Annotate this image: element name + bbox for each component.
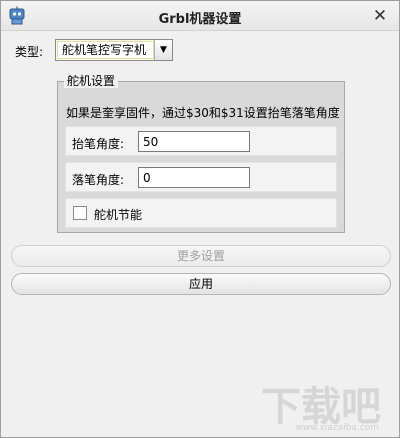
group-title: 舵机设置 xyxy=(64,75,119,88)
more-settings-button[interactable]: 更多设置 xyxy=(11,245,391,267)
drop-angle-input[interactable] xyxy=(138,167,250,188)
chevron-down-icon[interactable]: ▼ xyxy=(154,40,172,60)
window-title: Grbl机器设置 xyxy=(158,12,242,27)
type-dropdown[interactable]: 舵机笔控写字机 ▼ xyxy=(55,39,173,61)
close-icon: ✕ xyxy=(372,6,388,26)
apply-button[interactable]: 应用 xyxy=(11,273,391,295)
close-button[interactable]: ✕ xyxy=(369,5,391,27)
energy-saving-row[interactable]: 舵机节能 xyxy=(65,198,337,228)
drop-angle-label: 落笔角度: xyxy=(72,173,125,187)
type-dropdown-value: 舵机笔控写字机 xyxy=(57,41,154,59)
lift-angle-row: 抬笔角度: xyxy=(65,126,337,156)
firmware-note: 如果是奎享固件，通过$30和$31设置抬笔落笔角度 xyxy=(66,106,340,120)
dialog-window: Grbl机器设置 ✕ 类型: 舵机笔控写字机 ▼ 舵机设置 如果是奎享固件，通过… xyxy=(0,0,400,438)
watermark-logo: 下载吧 xyxy=(261,384,381,430)
title-bar: Grbl机器设置 ✕ xyxy=(1,1,399,31)
energy-saving-checkbox[interactable] xyxy=(73,206,87,220)
lift-angle-label: 抬笔角度: xyxy=(72,137,125,151)
type-label: 类型: xyxy=(15,45,44,59)
watermark-url: www.xiazaiba.com xyxy=(295,423,379,433)
lift-angle-input[interactable] xyxy=(138,131,250,152)
drop-angle-row: 落笔角度: xyxy=(65,162,337,192)
servo-settings-group: 舵机设置 如果是奎享固件，通过$30和$31设置抬笔落笔角度 抬笔角度: 落笔角… xyxy=(57,75,345,233)
energy-saving-label: 舵机节能 xyxy=(94,208,143,222)
